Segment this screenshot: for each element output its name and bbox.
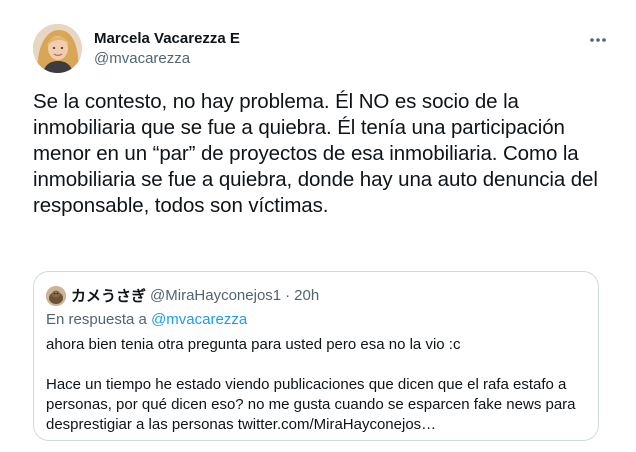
quoted-author-display-name[interactable]: カメうさぎ	[71, 285, 146, 306]
quoted-tweet-header: カメうさぎ @MiraHayconejos1 · 20h	[46, 285, 319, 306]
quoted-tweet-text: ahora bien tenia otra pregunta para uste…	[46, 335, 586, 435]
tweet-text: Se la contesto, no hay problema. Él NO e…	[33, 90, 598, 217]
author-display-name[interactable]: Marcela Vacarezza E	[94, 30, 240, 48]
tweet: Marcela Vacarezza E @mvacarezza Se la co…	[0, 0, 636, 452]
author-avatar[interactable]	[33, 24, 82, 73]
author-info: Marcela Vacarezza E @mvacarezza	[94, 30, 240, 68]
quoted-paragraph-1: ahora bien tenia otra pregunta para uste…	[46, 336, 461, 353]
more-options-icon	[590, 38, 606, 42]
separator-dot: ·	[285, 287, 291, 304]
quoted-tweet[interactable]: カメうさぎ @MiraHayconejos1 · 20h En respuest…	[33, 271, 599, 441]
quoted-author-avatar[interactable]	[46, 285, 66, 306]
quoted-author-avatar-image	[46, 285, 66, 306]
author-handle[interactable]: @mvacarezza	[94, 50, 240, 68]
quoted-author-handle[interactable]: @MiraHayconejos1	[150, 287, 281, 304]
more-options-button[interactable]	[586, 30, 610, 50]
reply-prefix: En respuesta a	[46, 311, 147, 328]
quoted-tweet-time[interactable]: 20h	[294, 287, 319, 304]
reply-to-handle-link[interactable]: @mvacarezza	[151, 311, 247, 328]
quoted-paragraph-2: Hace un tiempo he estado viendo publicac…	[46, 376, 576, 433]
author-avatar-image	[33, 24, 82, 73]
reply-context: En respuesta a @mvacarezza	[46, 311, 247, 328]
